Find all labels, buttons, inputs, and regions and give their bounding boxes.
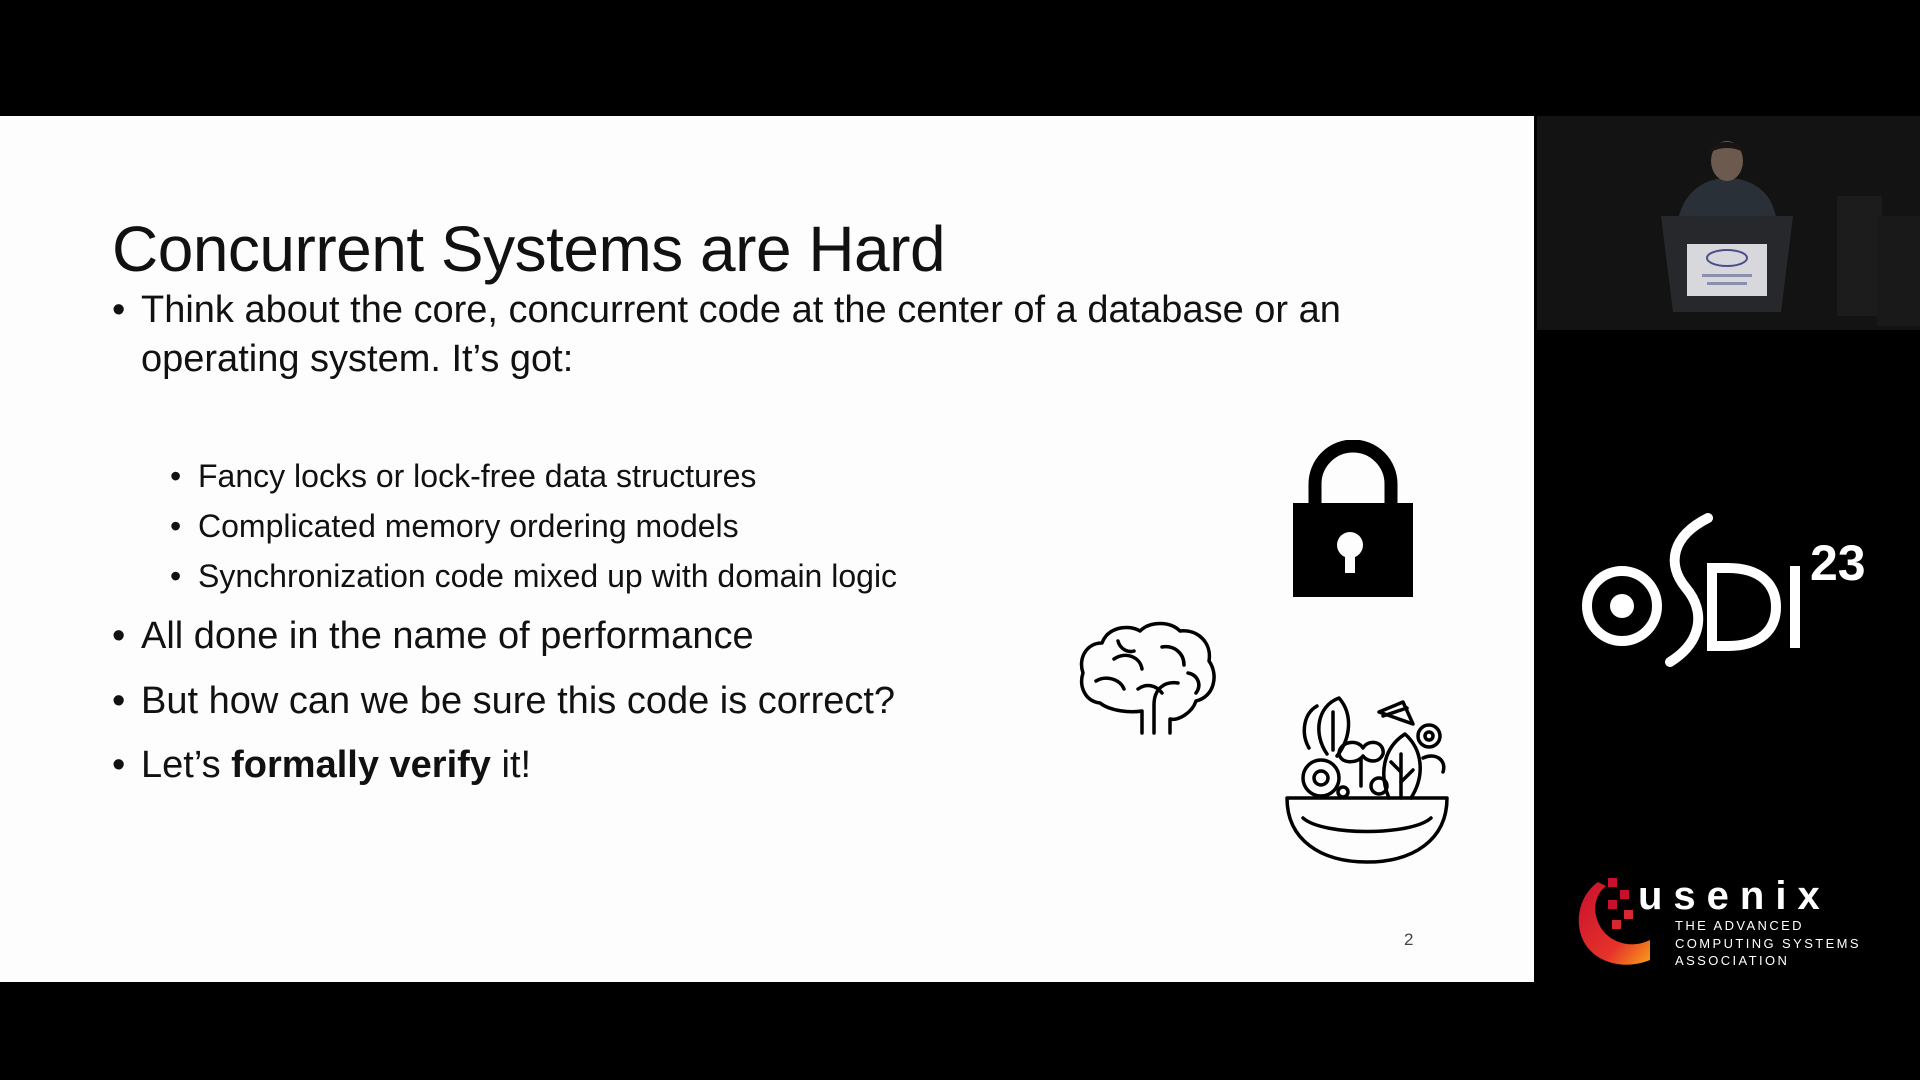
bullet-text: Think about the core, concurrent code at… [141,289,1341,380]
salad-bowl-icon [1285,696,1449,864]
osdi-logo: 23 [1582,513,1866,667]
bullet-text-suffix: it! [490,744,532,786]
bullet-marker: • [112,289,126,331]
bullet-marker: • [170,508,182,544]
usenix-tagline-line: COMPUTING SYSTEMS [1675,935,1861,951]
bullet-item: • All done in the name of performance [112,612,754,661]
brain-icon [1079,621,1216,735]
sub-bullet-text: Complicated memory ordering models [198,508,739,544]
bullet-item: • Let’s formally verify it! [112,741,531,790]
bullet-item: • Think about the core, concurrent code … [112,286,1402,384]
bullet-marker: • [112,615,126,657]
bullet-text: Let’s formally verify it! [112,741,531,790]
slide-page-number: 2 [1404,930,1414,949]
lock-icon [1293,440,1413,597]
presenter-video [1537,116,1920,330]
bullet-marker: • [170,458,182,494]
sub-bullet-text: Synchronization code mixed up with domai… [198,558,898,594]
slide-title: Concurrent Systems are Hard [112,213,946,285]
usenix-tagline: THE ADVANCED COMPUTING SYSTEMS ASSOCIATI… [1675,917,1861,970]
osdi-year: 23 [1810,535,1866,591]
sub-bullet-item: • Complicated memory ordering models [170,506,739,546]
usenix-wordmark: usenix [1638,874,1831,918]
usenix-tagline-line: THE ADVANCED [1675,918,1804,933]
bullet-marker: • [170,558,182,594]
bullet-marker: • [112,744,126,786]
bullet-text-bold: formally verify [231,744,491,786]
bullet-text: But how can we be sure this code is corr… [141,680,896,722]
slide: Concurrent Systems are Hard • Think abou… [0,116,1534,982]
sub-bullet-item: • Synchronization code mixed up with dom… [170,556,897,596]
bullet-marker: • [112,680,126,722]
bullet-text: All done in the name of performance [141,615,754,657]
bullet-text-prefix: Let’s [141,744,232,786]
bullet-item: • But how can we be sure this code is co… [112,677,895,726]
sub-bullet-text: Fancy locks or lock-free data structures [198,458,757,494]
usenix-tagline-line: ASSOCIATION [1675,953,1790,968]
sub-bullet-item: • Fancy locks or lock-free data structur… [170,456,756,496]
presenter-silhouette [1537,116,1920,330]
